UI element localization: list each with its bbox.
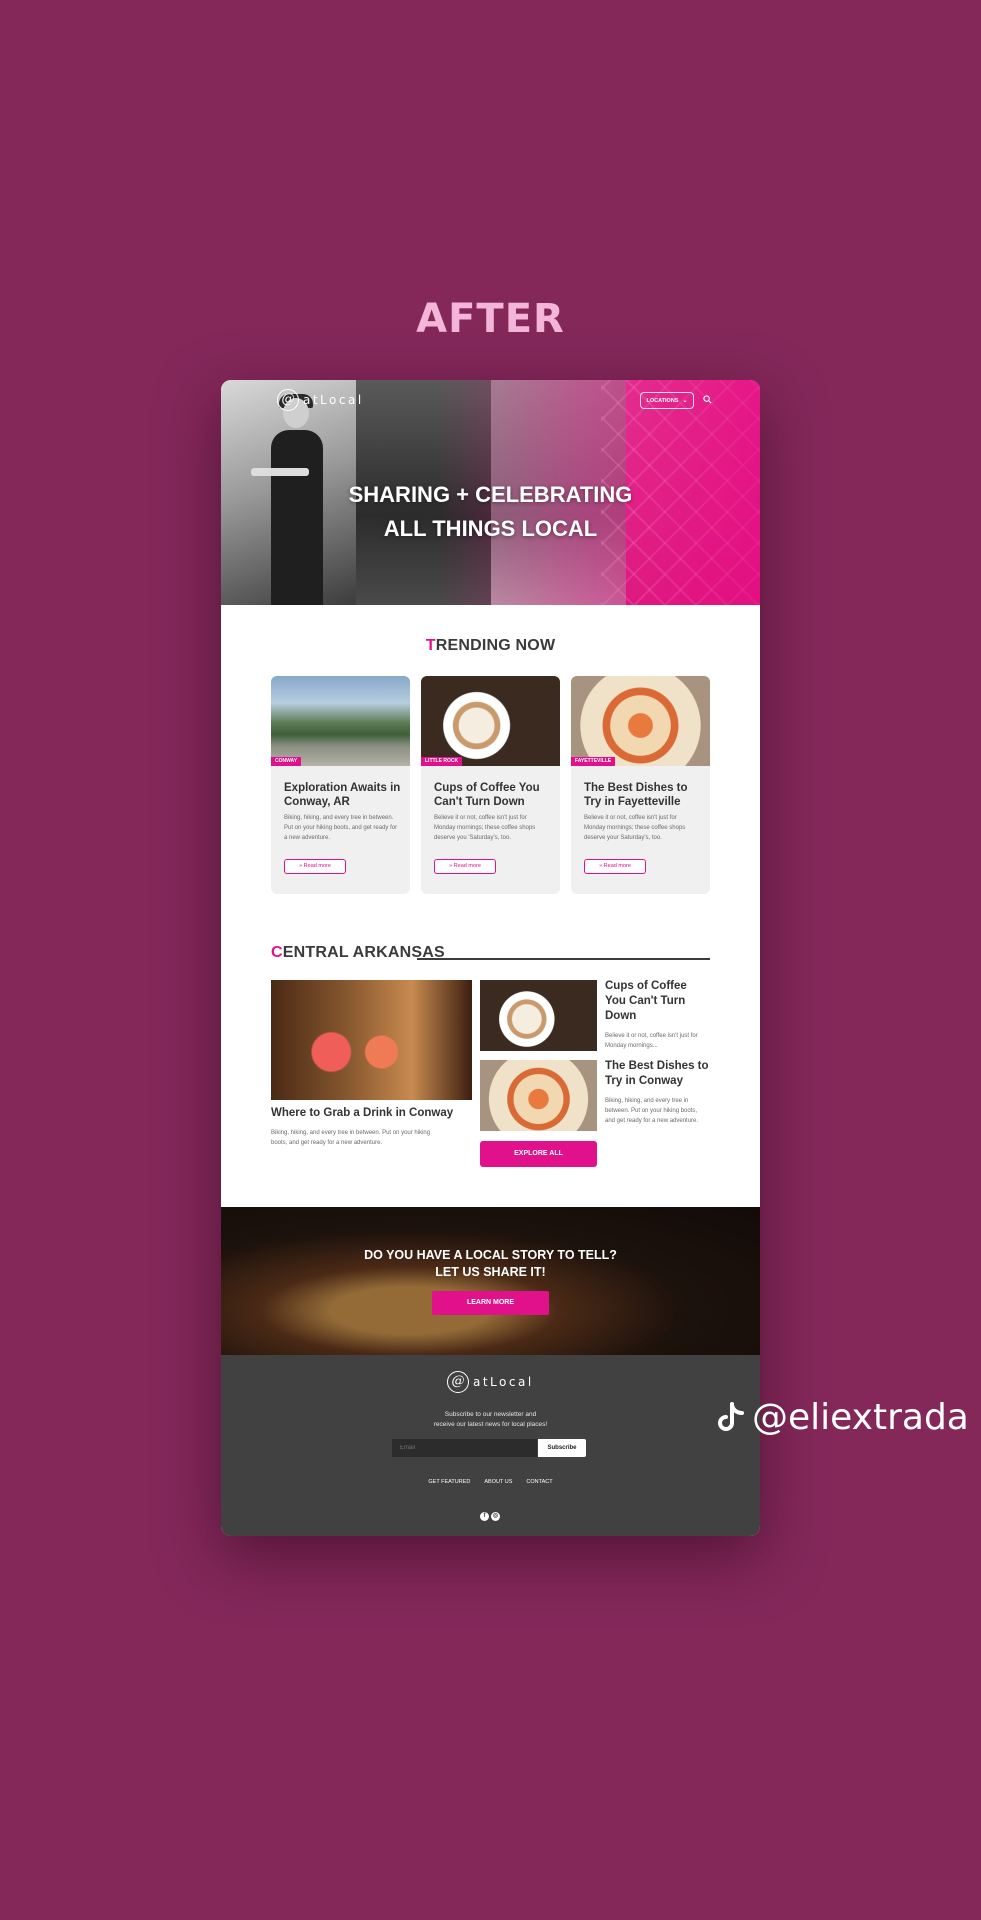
chevron-down-icon: ⌄ [682,398,688,404]
hero-section: @ atLocal LOCATIONS ⌄ SHARING + CELEBRAT… [221,380,760,605]
logo-text: atLocal [473,1375,534,1389]
tiktok-handle: @eliextrada [752,1397,969,1438]
logo-mark-icon: @ [277,389,299,411]
read-more-button[interactable]: » Read more [584,859,646,874]
card-title[interactable]: Exploration Awaits in Conway, AR [284,781,402,809]
footer-link-get-featured[interactable]: GET FEATURED [428,1479,470,1485]
explore-all-button[interactable]: EXPLORE ALL [480,1141,597,1167]
site-logo[interactable]: @ atLocal [277,389,364,411]
after-heading: AFTER [416,296,565,342]
featured-excerpt: Biking, hiking, and every tree in betwee… [271,1130,431,1146]
footer-logo[interactable]: @ atLocal [447,1371,534,1393]
read-more-button[interactable]: » Read more [434,859,496,874]
logo-mark-icon: @ [447,1371,469,1393]
card-image-coffee [421,676,560,766]
learn-more-button[interactable]: LEARN MORE [432,1291,549,1315]
trending-card[interactable]: CONWAY Exploration Awaits in Conway, AR … [271,676,410,894]
locations-dropdown[interactable]: LOCATIONS ⌄ [640,392,694,409]
newsletter-text: Subscribe to our newsletter and receive … [433,1411,548,1428]
card-excerpt: Biking, hiking, and every tree in betwee… [284,815,398,841]
featured-image-drinks[interactable] [271,980,472,1100]
story-banner: DO YOU HAVE A LOCAL STORY TO TELL? LET U… [221,1207,760,1355]
card-tag[interactable]: CONWAY [271,757,302,766]
hero-title: SHARING + CELEBRATING ALL THINGS LOCAL [221,478,760,546]
site-footer: @ atLocal Subscribe to our newsletter an… [221,1355,760,1536]
featured-title[interactable]: Where to Grab a Drink in Conway [271,1107,481,1119]
subscribe-button[interactable]: Subscribe [538,1439,586,1457]
card-title[interactable]: The Best Dishes to Try in Fayetteville [584,781,702,809]
search-icon[interactable] [703,395,712,404]
side-excerpt: Biking, hiking, and every tree in betwee… [605,1098,699,1124]
side-image-food[interactable] [480,1060,597,1131]
card-excerpt: Believe it or not, coffee isn't just for… [584,815,686,841]
card-title[interactable]: Cups of Coffee You Can't Turn Down [434,781,552,809]
banner-title: DO YOU HAVE A LOCAL STORY TO TELL? LET U… [364,1248,617,1279]
trending-card[interactable]: LITTLE ROCK Cups of Coffee You Can't Tur… [421,676,560,894]
tiktok-icon [718,1401,744,1431]
side-title[interactable]: Cups of Coffee You Can't Turn Down [605,979,710,1024]
logo-text: atLocal [303,393,364,407]
tiktok-watermark: @eliextrada [716,1397,969,1438]
side-title[interactable]: The Best Dishes to Try in Conway [605,1059,710,1089]
website-mockup: @ atLocal LOCATIONS ⌄ SHARING + CELEBRAT… [221,380,760,1536]
footer-links: GET FEATURED ABOUT US CONTACT [221,1479,760,1485]
hero-title-line1: SHARING + CELEBRATING [348,482,633,507]
facebook-icon[interactable]: f [480,1512,489,1521]
read-more-button[interactable]: » Read more [284,859,346,874]
locations-label: LOCATIONS [646,397,679,404]
card-tag[interactable]: LITTLE ROCK [421,757,463,766]
trending-title: TRENDING NOW [425,637,556,654]
hero-title-line2: ALL THINGS LOCAL [383,516,598,541]
footer-link-contact[interactable]: CONTACT [526,1479,552,1485]
footer-link-about-us[interactable]: ABOUT US [484,1479,512,1485]
instagram-icon[interactable]: ◎ [491,1512,500,1521]
card-image-mountain [271,676,410,766]
side-image-coffee[interactable] [480,980,597,1051]
email-field[interactable] [392,1439,537,1457]
section-divider [417,958,710,960]
side-excerpt: Believe it or not, coffee isn't just for… [605,1033,698,1049]
trending-card[interactable]: FAYETTEVILLE The Best Dishes to Try in F… [571,676,710,894]
card-image-food [571,676,710,766]
card-excerpt: Believe it or not, coffee isn't just for… [434,815,536,841]
card-tag[interactable]: FAYETTEVILLE [571,757,616,766]
